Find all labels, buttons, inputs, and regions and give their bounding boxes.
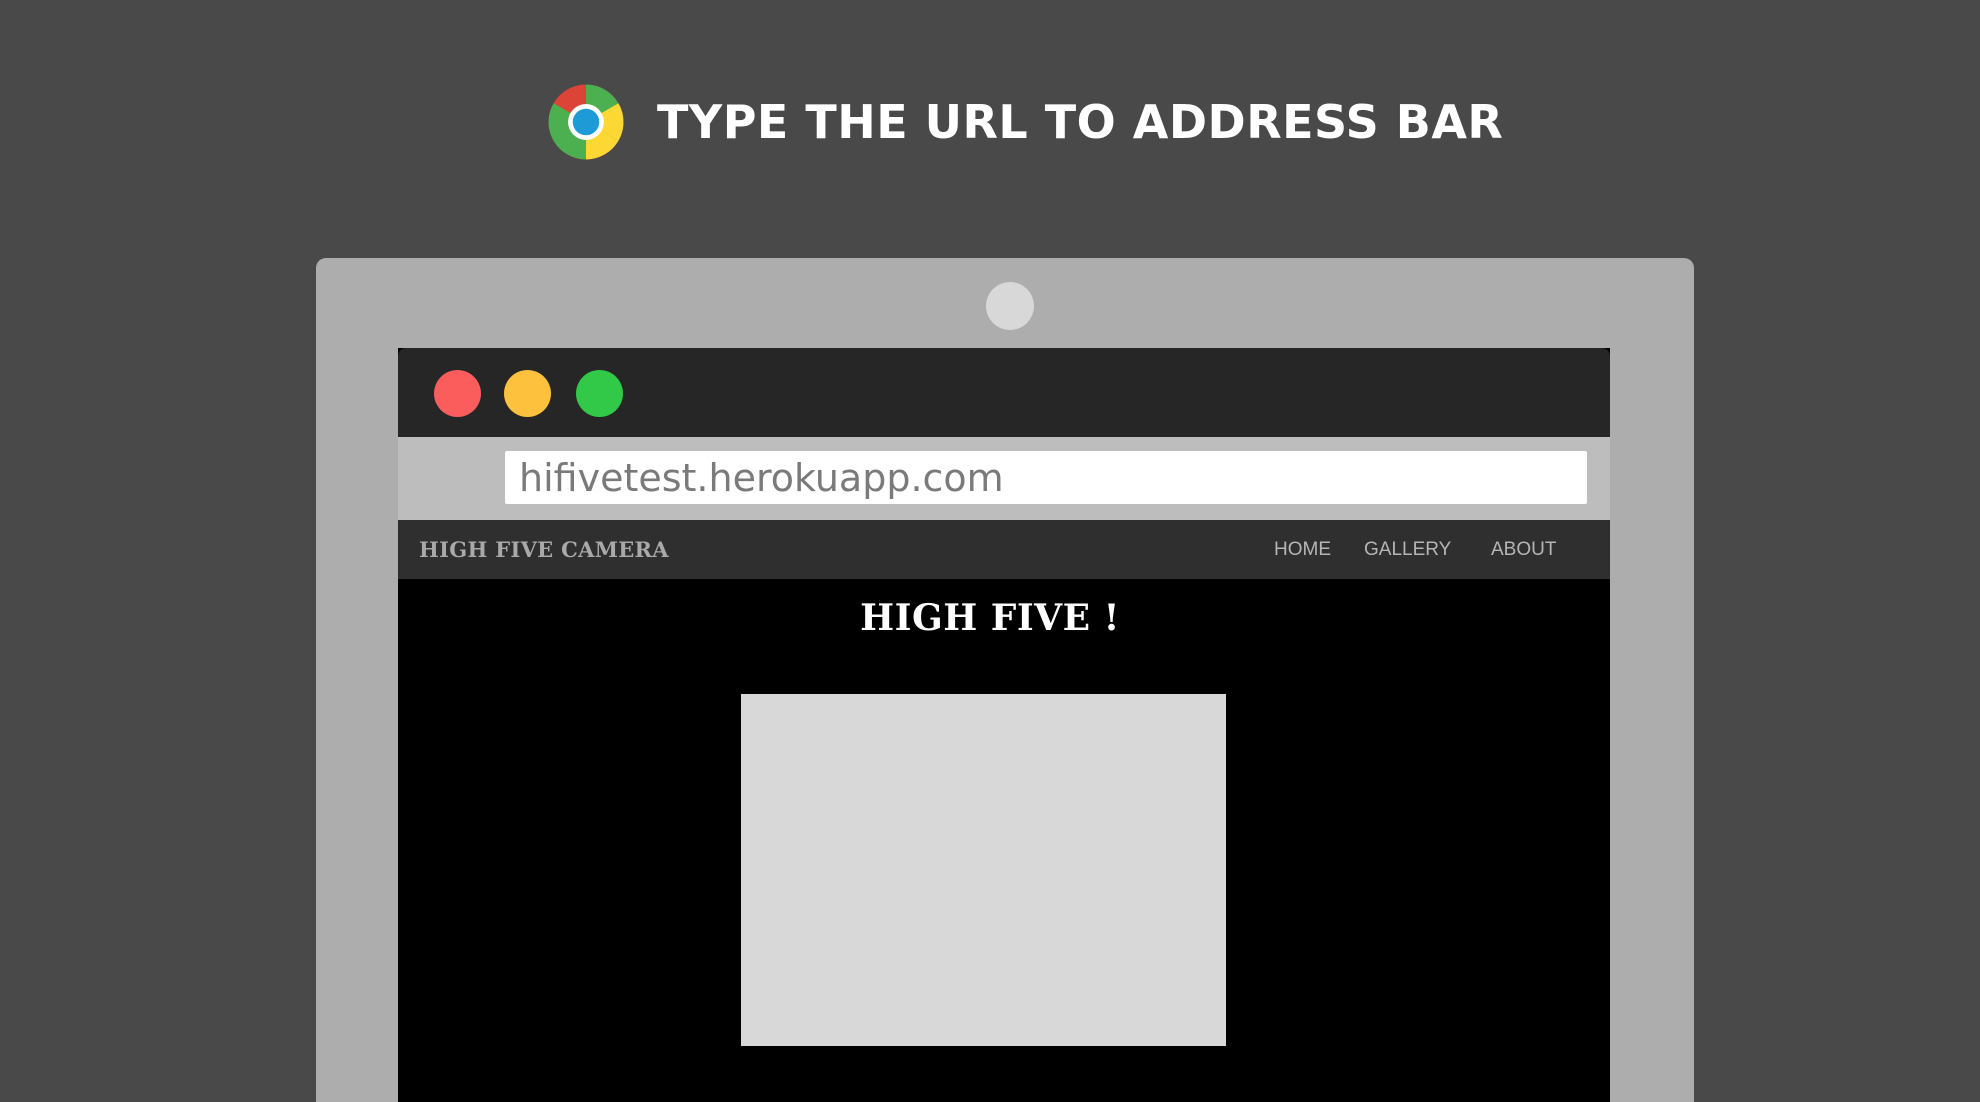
browser-window: HIGH FIVE CAMERA HOME GALLERY ABOUT HIGH… <box>398 348 1610 1102</box>
nav-about-link[interactable]: ABOUT <box>1491 520 1556 579</box>
address-bar-input[interactable] <box>505 451 1587 504</box>
laptop-frame: HIGH FIVE CAMERA HOME GALLERY ABOUT HIGH… <box>316 258 1694 1102</box>
site-brand-link[interactable]: HIGH FIVE CAMERA <box>419 520 669 579</box>
instruction-text: TYPE THE URL TO ADDRESS BAR <box>657 95 1504 149</box>
nav-home-link[interactable]: HOME <box>1274 520 1331 579</box>
close-window-button[interactable] <box>434 370 481 417</box>
minimize-window-button[interactable] <box>504 370 551 417</box>
nav-gallery-link[interactable]: GALLERY <box>1364 520 1451 579</box>
webcam-icon <box>986 282 1034 330</box>
tutorial-slide: TYPE THE URL TO ADDRESS BAR HIGH FIVE CA… <box>0 0 1980 1102</box>
camera-preview <box>741 694 1226 1046</box>
browser-titlebar <box>398 348 1610 437</box>
chrome-logo-icon <box>548 84 624 160</box>
site-navbar: HIGH FIVE CAMERA HOME GALLERY ABOUT <box>398 520 1610 579</box>
address-bar-area <box>398 437 1610 520</box>
instruction-header: TYPE THE URL TO ADDRESS BAR <box>547 82 1503 162</box>
maximize-window-button[interactable] <box>576 370 623 417</box>
site-heading: HIGH FIVE ! <box>860 597 1120 639</box>
site-content: HIGH FIVE ! <box>398 579 1610 1102</box>
